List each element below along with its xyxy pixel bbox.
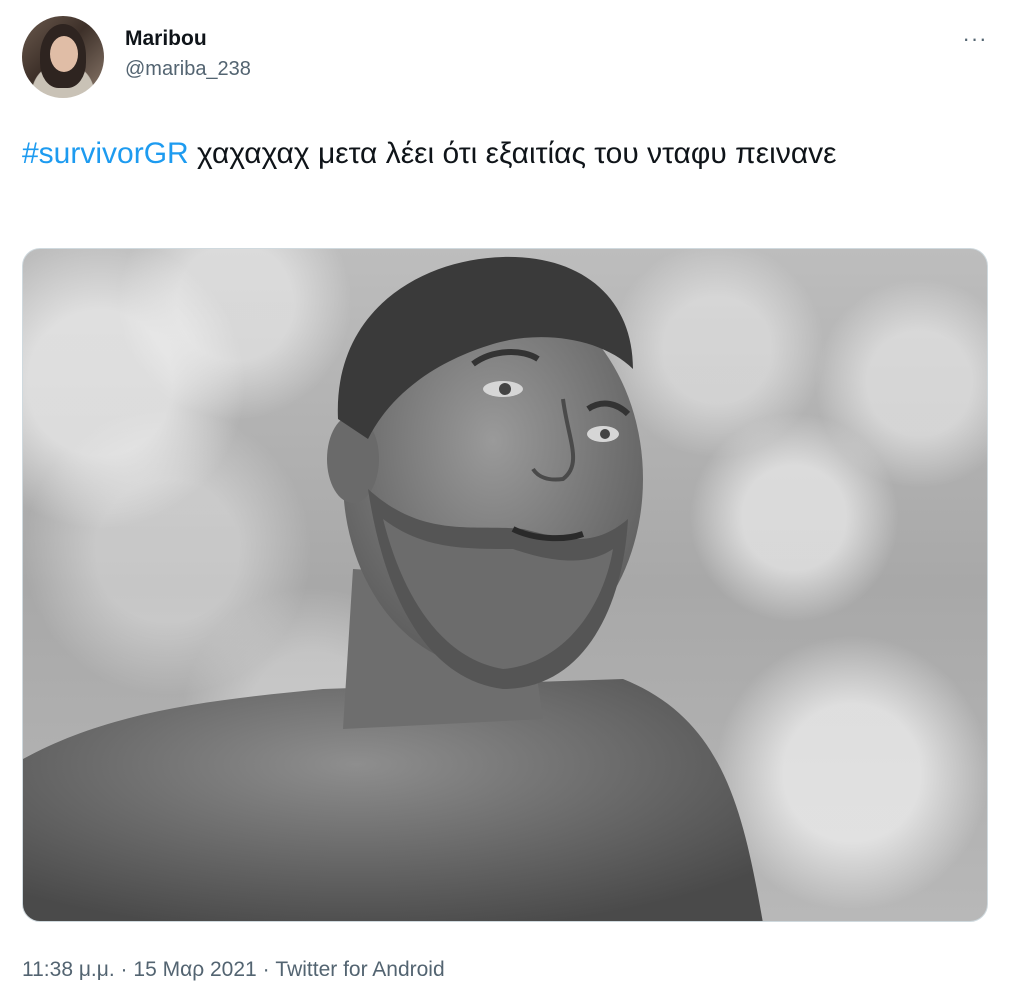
tweet-body: χαχαχαχ μετα λέει ότι εξαιτίας του νταφυ… [188,137,837,170]
ellipsis-horizontal-icon: ··· [962,26,988,51]
avatar-face [50,36,78,72]
avatar[interactable] [22,16,104,98]
photo-portrait [23,256,763,921]
meta-separator-2: · [262,958,270,981]
author-block: Maribou @mariba_238 [125,26,251,82]
more-options-button[interactable]: ··· [955,24,995,54]
user-handle[interactable]: @mariba_238 [125,56,251,82]
tweet: Maribou @mariba_238 ··· #survivorGR χαχα… [0,0,1024,995]
tweet-text: #survivorGR χαχαχαχ μετα λέει ότι εξαιτί… [22,130,992,178]
tweet-photo[interactable] [22,248,988,922]
hashtag-link[interactable]: #survivorGR [22,137,189,170]
tweet-metadata: 11:38 μ.μ. · 15 Μαρ 2021 · Twitter for A… [22,956,445,984]
display-name[interactable]: Maribou [125,26,251,52]
meta-separator: · [120,958,128,981]
tweet-source[interactable]: Twitter for Android [275,958,444,981]
tweet-date[interactable]: 15 Μαρ 2021 [133,958,256,981]
tweet-time[interactable]: 11:38 μ.μ. [22,958,115,981]
